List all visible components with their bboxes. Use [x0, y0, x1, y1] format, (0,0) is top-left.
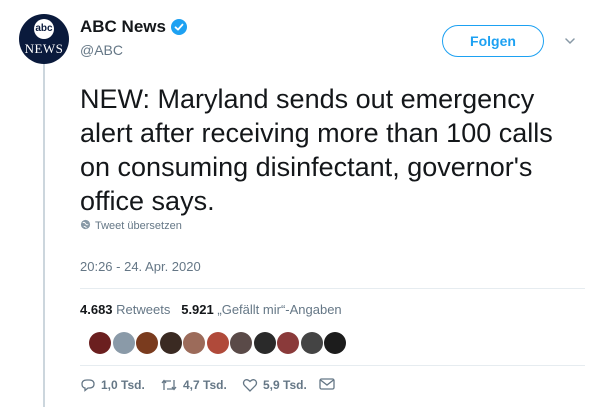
thread-line: [43, 62, 45, 407]
news-logo-text: NEWS: [24, 41, 64, 56]
reply-button[interactable]: 1,0 Tsd.: [80, 377, 145, 393]
retweet-count: 4,7 Tsd.: [183, 378, 227, 392]
verified-badge-icon: [171, 19, 187, 35]
retweets-count: 4.683: [80, 302, 113, 317]
liker-avatar[interactable]: [136, 332, 158, 354]
retweet-button[interactable]: 4,7 Tsd.: [160, 377, 227, 393]
liker-avatar[interactable]: [277, 332, 299, 354]
retweet-icon: [161, 379, 177, 391]
likes-count: 5.921: [181, 302, 214, 317]
like-button[interactable]: 5,9 Tsd.: [242, 377, 307, 393]
avatar[interactable]: abc NEWS: [19, 14, 69, 64]
globe-icon: [80, 219, 91, 230]
follow-button[interactable]: Folgen: [442, 25, 544, 57]
abc-logo-text: abc: [34, 19, 54, 39]
divider-top: [80, 288, 585, 289]
heart-icon: [242, 379, 258, 392]
tweet-stats: 4.683 Retweets 5.921 „Gefällt mir“-Angab…: [80, 302, 342, 317]
liker-avatar[interactable]: [253, 332, 276, 354]
message-button[interactable]: [319, 377, 340, 391]
like-count: 5,9 Tsd.: [263, 378, 307, 392]
tweet-text: NEW: Maryland sends out emergency alert …: [80, 84, 553, 216]
translate-tweet-link[interactable]: Tweet übersetzen: [80, 219, 182, 232]
retweets-stat[interactable]: 4.683 Retweets: [80, 302, 170, 317]
liker-avatar[interactable]: [230, 332, 252, 354]
translate-label: Tweet übersetzen: [95, 220, 182, 232]
reply-count: 1,0 Tsd.: [101, 378, 145, 392]
liker-avatar[interactable]: [112, 332, 135, 354]
likes-stat[interactable]: 5.921 „Gefällt mir“-Angaben: [181, 302, 341, 317]
retweets-label: Retweets: [116, 302, 171, 317]
likes-label: „Gefällt mir“-Angaben: [217, 302, 342, 317]
reply-icon: [81, 379, 95, 392]
liker-avatar[interactable]: [300, 332, 323, 354]
envelope-icon: [319, 378, 335, 390]
divider-bottom: [80, 365, 585, 366]
liker-avatar[interactable]: [324, 332, 346, 354]
liker-avatar[interactable]: [89, 332, 111, 354]
liker-avatar[interactable]: [183, 332, 205, 354]
author-handle[interactable]: @ABC: [80, 42, 123, 58]
liker-avatar[interactable]: [159, 332, 182, 354]
liker-avatar[interactable]: [206, 332, 229, 354]
author-name[interactable]: ABC News: [80, 17, 166, 37]
chevron-down-icon[interactable]: [565, 36, 575, 46]
tweet-timestamp[interactable]: 20:26 - 24. Apr. 2020: [80, 259, 201, 274]
